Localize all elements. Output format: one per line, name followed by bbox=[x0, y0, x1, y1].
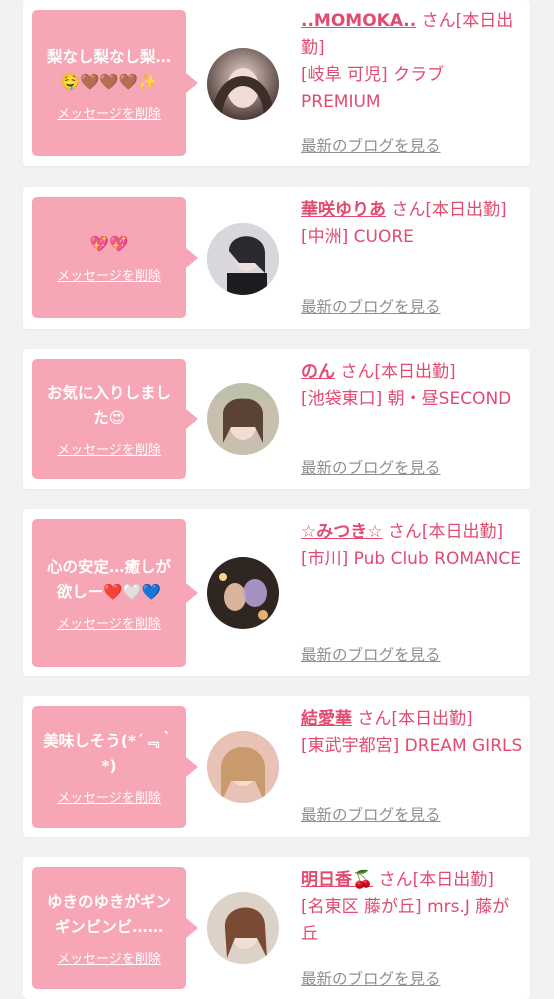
cast-info: ..MOMOKA.. さん[本日出勤] [岐阜 可児] クラブPREMIUM bbox=[301, 8, 523, 116]
avatar-photo bbox=[207, 383, 279, 455]
favorite-message-list: 梨なし梨なし梨…🤤🤎🤎🤎✨ メッセージを削除 ..MOMOKA.. さん[本日出… bbox=[0, 0, 554, 999]
delete-message-link[interactable]: メッセージを削除 bbox=[57, 439, 161, 458]
avatar-photo bbox=[207, 48, 279, 120]
cast-status: さん[本日出勤] bbox=[387, 522, 504, 542]
message-text: 美味しそう(*´﹃｀*) bbox=[43, 731, 175, 775]
message-bubble: お気に入りしました😍 メッセージを削除 bbox=[32, 359, 198, 479]
cast-info: 明日香🍒 さん[本日出勤] [名東区 藤が丘] mrs.J 藤が丘 bbox=[301, 867, 523, 948]
message-text: 心の安定…癒しが欲しー❤️🤍💙 bbox=[46, 557, 171, 601]
delete-message-link[interactable]: メッセージを削除 bbox=[57, 787, 161, 806]
message-text: お気に入りしました😍 bbox=[46, 383, 171, 427]
cast-name-link[interactable]: ☆みつき☆ bbox=[301, 522, 382, 542]
message-card: お気に入りしました😍 メッセージを削除 のん さん[本日出勤] [池袋東口] 朝… bbox=[23, 349, 530, 489]
message-text: 💖💖 bbox=[89, 234, 129, 253]
latest-blog-link[interactable]: 最新のブログを見る bbox=[301, 643, 441, 665]
delete-message-link[interactable]: メッセージを削除 bbox=[57, 948, 161, 967]
message-bubble: 梨なし梨なし梨…🤤🤎🤎🤎✨ メッセージを削除 bbox=[32, 10, 198, 156]
message-card: 美味しそう(*´﹃｀*) メッセージを削除 結愛華 さん[本日出勤] [東武宇都… bbox=[23, 696, 530, 837]
message-bubble: 美味しそう(*´﹃｀*) メッセージを削除 bbox=[32, 706, 198, 828]
avatar[interactable] bbox=[207, 48, 279, 120]
cast-name-link[interactable]: 結愛華 bbox=[301, 709, 352, 729]
cast-status: さん[本日出勤] bbox=[340, 362, 456, 382]
shop-info: [岐阜 可児] クラブPREMIUM bbox=[301, 65, 445, 112]
shop-info: [池袋東口] 朝・昼SECOND bbox=[301, 389, 512, 409]
delete-message-link[interactable]: メッセージを削除 bbox=[57, 103, 161, 122]
message-card: ゆきのゆきがギンギンビンビ…… メッセージを削除 明日香🍒 さん[本日出勤] [… bbox=[23, 857, 530, 999]
message-card: 心の安定…癒しが欲しー❤️🤍💙 メッセージを削除 ☆みつき☆ さん[本日出勤] … bbox=[23, 509, 530, 676]
latest-blog-link[interactable]: 最新のブログを見る bbox=[301, 134, 441, 156]
cast-info: 華咲ゆりあ さん[本日出勤] [中洲] CUORE bbox=[301, 197, 523, 251]
avatar-photo bbox=[207, 557, 279, 629]
avatar-photo bbox=[207, 223, 279, 295]
avatar[interactable] bbox=[207, 892, 279, 964]
latest-blog-link[interactable]: 最新のブログを見る bbox=[301, 967, 441, 989]
cast-status: さん[本日出勤] bbox=[378, 870, 494, 890]
message-text: ゆきのゆきがギンギンビンビ…… bbox=[46, 892, 171, 936]
message-card: 梨なし梨なし梨…🤤🤎🤎🤎✨ メッセージを削除 ..MOMOKA.. さん[本日出… bbox=[23, 0, 530, 166]
message-text: 梨なし梨なし梨…🤤🤎🤎🤎✨ bbox=[46, 47, 171, 91]
avatar[interactable] bbox=[207, 383, 279, 455]
avatar[interactable] bbox=[207, 731, 279, 803]
cast-name-link[interactable]: ..MOMOKA.. bbox=[301, 11, 416, 31]
message-bubble: 💖💖 メッセージを削除 bbox=[32, 197, 198, 318]
cast-info: のん さん[本日出勤] [池袋東口] 朝・昼SECOND bbox=[301, 359, 523, 413]
message-bubble: 心の安定…癒しが欲しー❤️🤍💙 メッセージを削除 bbox=[32, 519, 198, 667]
shop-info: [東武宇都宮] DREAM GIRLS bbox=[301, 736, 523, 756]
shop-info: [中洲] CUORE bbox=[301, 227, 414, 247]
cast-name-link[interactable]: 華咲ゆりあ bbox=[301, 200, 386, 220]
cast-name-link[interactable]: のん bbox=[301, 362, 335, 382]
avatar[interactable] bbox=[207, 223, 279, 295]
message-card: 💖💖 メッセージを削除 華咲ゆりあ さん[本日出勤] [中洲] CUORE 最新… bbox=[23, 187, 530, 329]
shop-info: [名東区 藤が丘] mrs.J 藤が丘 bbox=[301, 897, 510, 944]
avatar-photo bbox=[207, 892, 279, 964]
cast-status: さん[本日出勤] bbox=[357, 709, 473, 729]
shop-info: [市川] Pub Club ROMANCE bbox=[301, 549, 521, 569]
delete-message-link[interactable]: メッセージを削除 bbox=[57, 613, 161, 632]
latest-blog-link[interactable]: 最新のブログを見る bbox=[301, 803, 441, 825]
cast-status: さん[本日出勤] bbox=[391, 200, 507, 220]
cast-info: ☆みつき☆ さん[本日出勤] [市川] Pub Club ROMANCE bbox=[301, 519, 523, 573]
avatar[interactable] bbox=[207, 557, 279, 629]
cast-name-link[interactable]: 明日香🍒 bbox=[301, 870, 373, 890]
avatar-photo bbox=[207, 731, 279, 803]
latest-blog-link[interactable]: 最新のブログを見る bbox=[301, 295, 441, 317]
latest-blog-link[interactable]: 最新のブログを見る bbox=[301, 456, 441, 478]
delete-message-link[interactable]: メッセージを削除 bbox=[57, 265, 161, 284]
cast-info: 結愛華 さん[本日出勤] [東武宇都宮] DREAM GIRLS bbox=[301, 706, 523, 760]
message-bubble: ゆきのゆきがギンギンビンビ…… メッセージを削除 bbox=[32, 867, 198, 989]
